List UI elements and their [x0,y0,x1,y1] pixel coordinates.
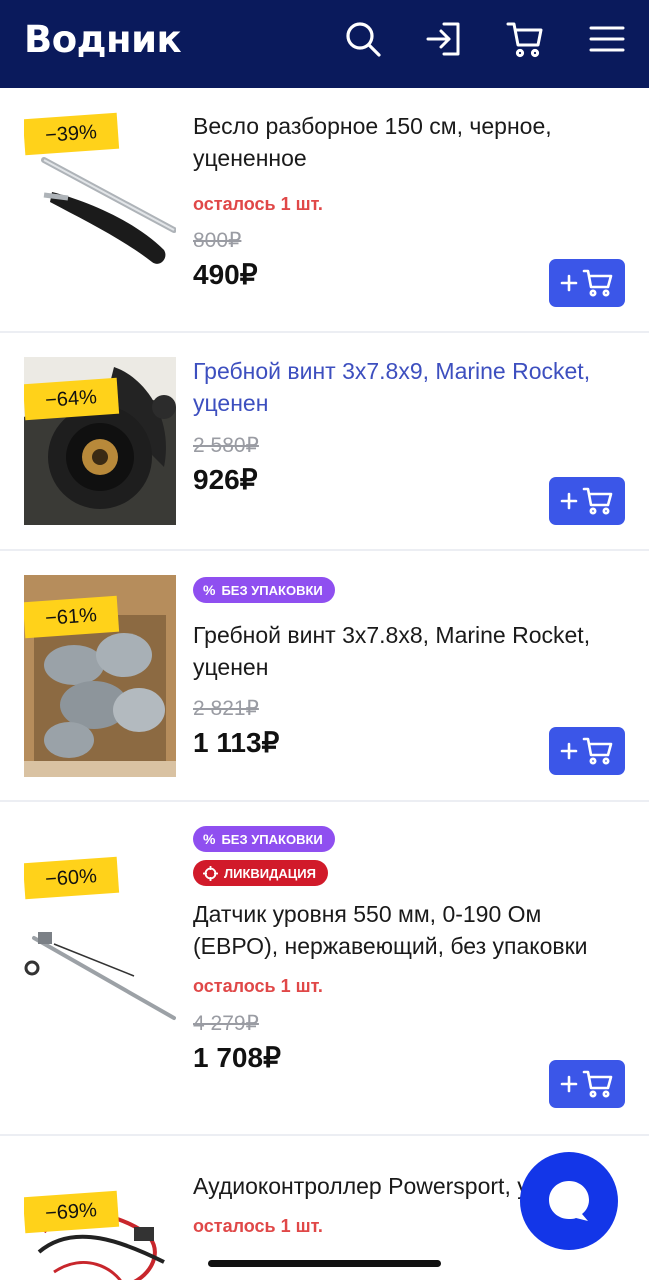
product-image[interactable]: −61% [24,575,176,777]
discount-label: −69% [24,1190,120,1234]
product-image[interactable]: −64% [24,357,176,525]
chat-button[interactable] [520,1152,618,1250]
liquidation-badge: ЛИКВИДАЦИЯ [193,860,328,886]
product-image[interactable]: −60% [24,848,176,1038]
product-card[interactable]: −64% Гребной винт 3x7.8x9, Marine Rocket… [0,333,649,551]
old-price: 4 279₽ [193,1012,259,1035]
percent-icon: % [203,582,216,598]
add-to-cart-icon [560,737,613,765]
target-icon [203,865,218,881]
no-packaging-badge: % БЕЗ УПАКОВКИ [193,826,335,852]
stock-notice: осталось 1 шт. [193,976,323,996]
add-to-cart-button[interactable] [549,727,625,775]
product-card[interactable]: −60% % БЕЗ УПАКОВКИ ЛИКВИДАЦИЯ Датчик ур… [0,802,649,1136]
old-price: 2 821₽ [193,697,259,720]
site-logo[interactable]: Водник [24,18,182,61]
chat-bubble-icon [549,1181,589,1221]
add-to-cart-button[interactable] [549,1060,625,1108]
product-image[interactable]: −39% [24,110,176,280]
product-card[interactable]: −61% % БЕЗ УПАКОВКИ Гребной винт 3x7.8x8… [0,551,649,802]
percent-icon: % [203,831,216,847]
no-packaging-badge: % БЕЗ УПАКОВКИ [193,577,335,603]
discount-label: −39% [24,112,120,156]
product-image[interactable]: −69% [24,1172,176,1280]
stock-notice: осталось 1 шт. [193,194,323,214]
product-list: −39% Весло разборное 150 см, черное, уце… [0,88,649,1280]
old-price: 2 580₽ [193,434,259,457]
old-price: 800₽ [193,229,242,252]
badge-row: ЛИКВИДАЦИЯ [193,860,625,886]
product-title[interactable]: Гребной винт 3x7.8x8, Marine Rocket, уце… [193,619,625,683]
add-to-cart-icon [560,487,613,515]
discount-label: −64% [24,377,120,421]
product-title[interactable]: Весло разборное 150 см, черное, уцененно… [193,110,625,174]
discount-label: −61% [24,595,120,639]
add-to-cart-icon [560,269,613,297]
cart-icon[interactable] [506,20,544,58]
add-to-cart-button[interactable] [549,259,625,307]
add-to-cart-icon [560,1070,613,1098]
login-icon[interactable] [425,20,463,58]
menu-icon[interactable] [588,20,626,58]
product-info: Гребной винт 3x7.8x9, Marine Rocket, уце… [193,355,625,496]
search-icon[interactable] [344,20,382,58]
product-info: % БЕЗ УПАКОВКИ ЛИКВИДАЦИЯ Датчик уровня … [193,826,625,1074]
discount-label: −60% [24,856,120,900]
product-card[interactable]: −39% Весло разборное 150 см, черное, уце… [0,88,649,333]
product-title[interactable]: Гребной винт 3x7.8x9, Marine Rocket, уце… [193,355,625,419]
home-indicator [208,1260,441,1267]
add-to-cart-button[interactable] [549,477,625,525]
product-title[interactable]: Датчик уровня 550 мм, 0-190 Ом (ЕВРО), н… [193,898,625,962]
app-header: Водник [0,0,649,88]
